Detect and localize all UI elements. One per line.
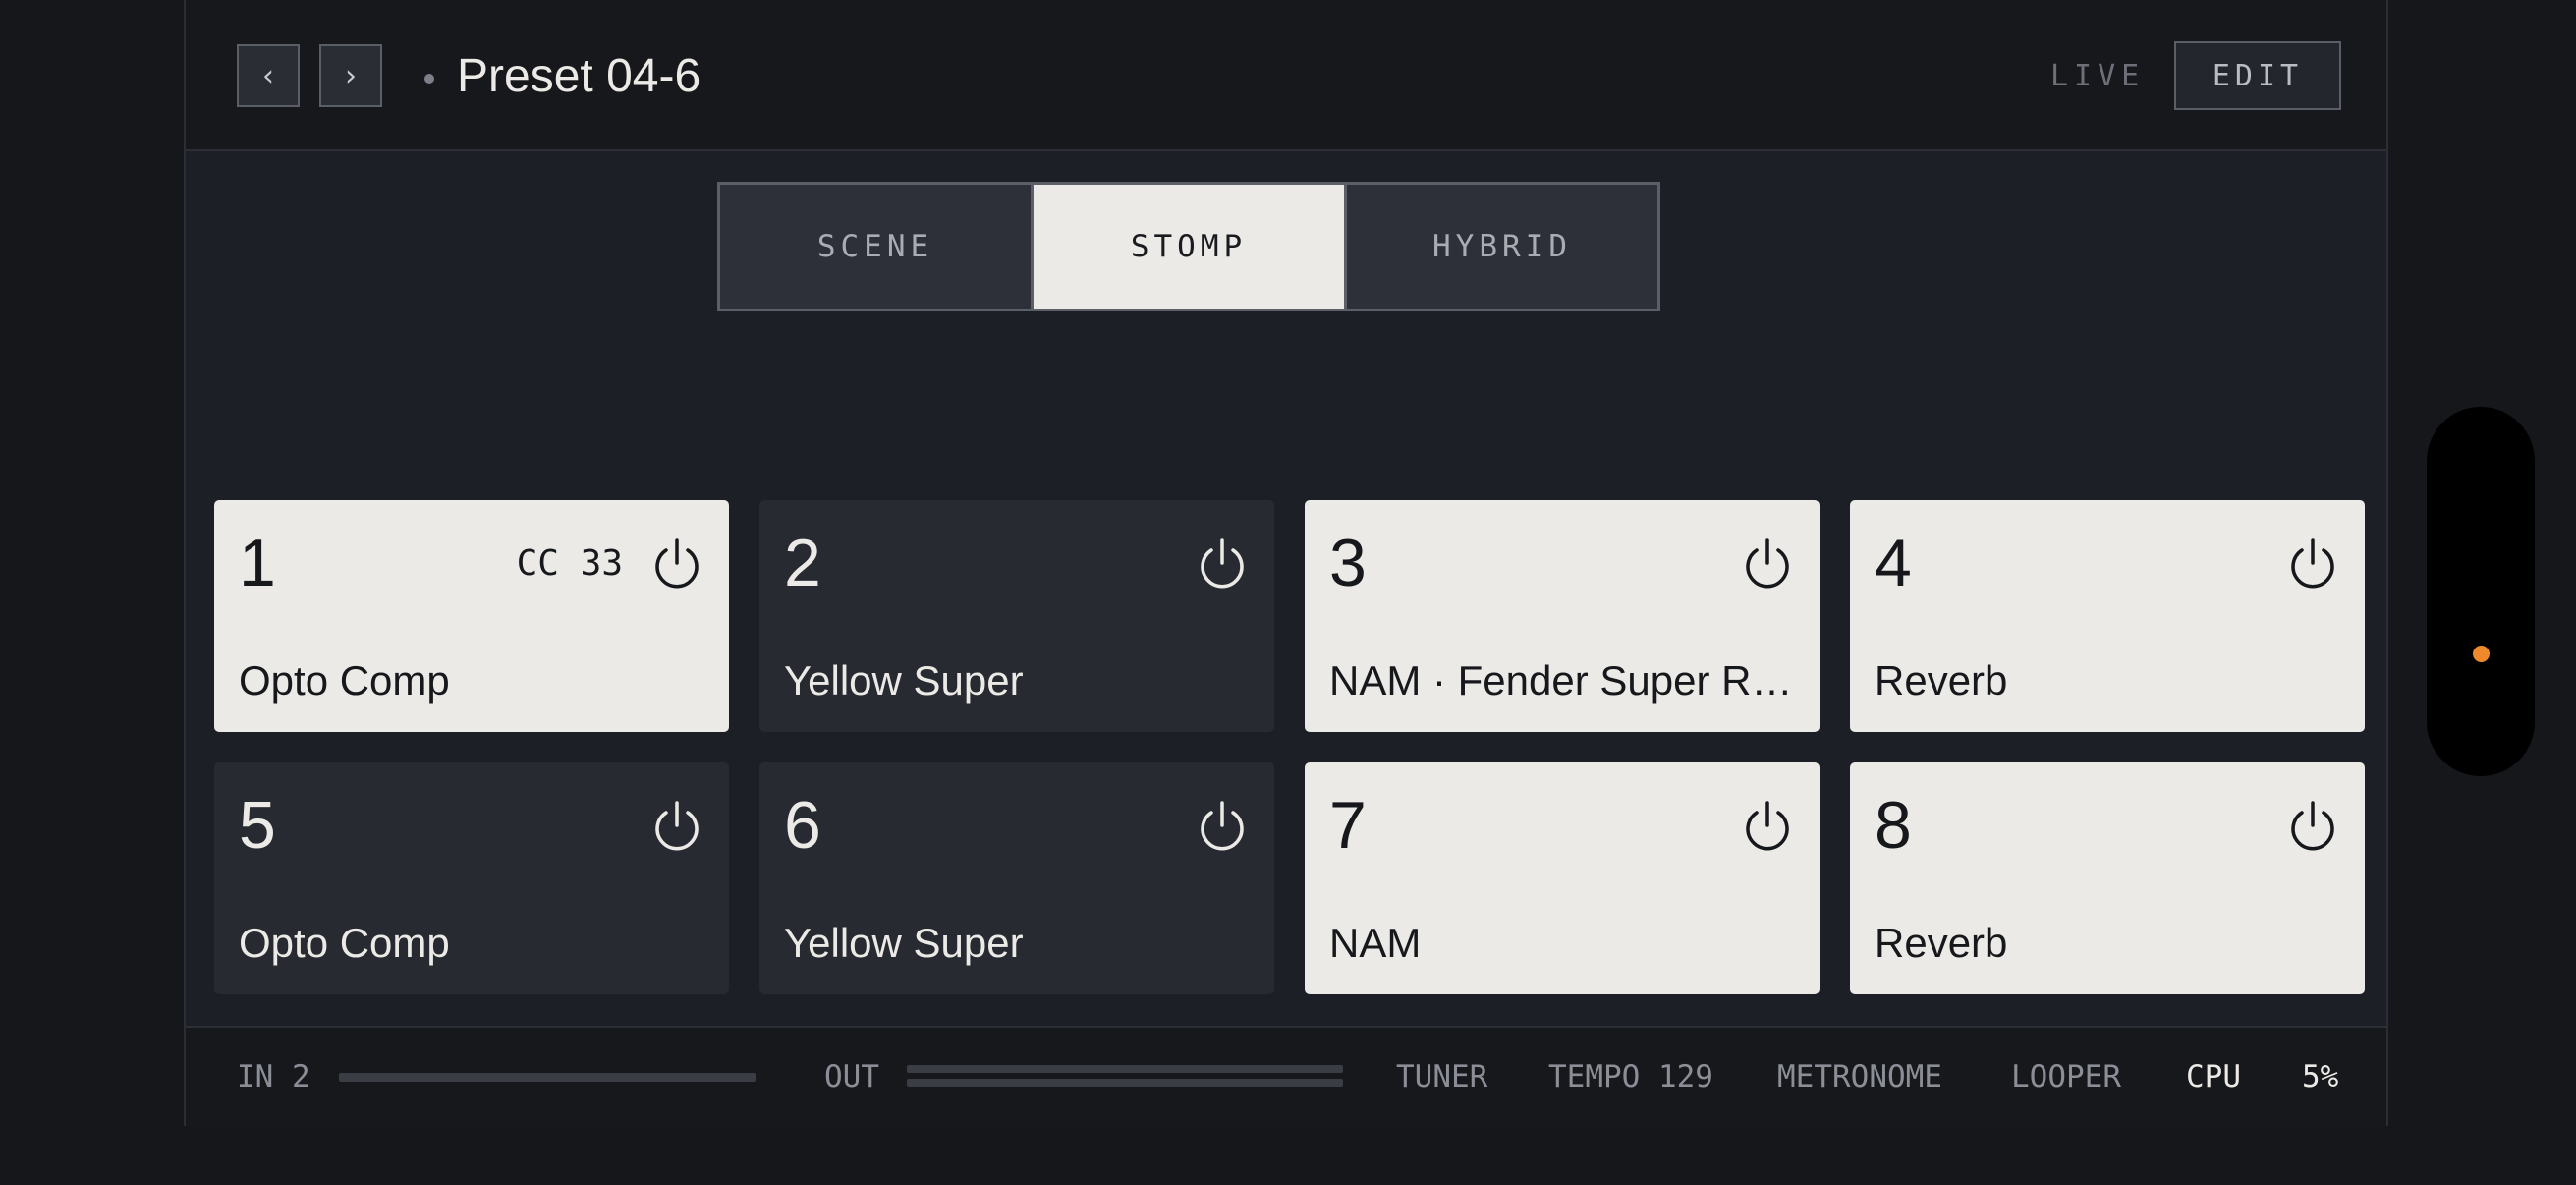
power-icon[interactable] xyxy=(649,536,704,591)
power-icon[interactable] xyxy=(1195,536,1250,591)
live-mode-label[interactable]: LIVE xyxy=(2050,59,2145,93)
mode-tab-scene[interactable]: SCENE xyxy=(720,185,1031,309)
power-icon[interactable] xyxy=(2285,798,2340,853)
power-icon[interactable] xyxy=(1740,798,1795,853)
stomp-name: Opto Comp xyxy=(239,920,450,966)
stomp-name: Yellow Super xyxy=(784,920,1024,966)
output-label: OUT xyxy=(824,1059,879,1095)
input-label: IN 2 xyxy=(237,1059,310,1095)
stomp-name: Yellow Super xyxy=(784,657,1024,704)
stomp-number: 8 xyxy=(1875,788,1912,863)
stomp-number: 6 xyxy=(784,788,821,863)
stomp-number: 3 xyxy=(1329,526,1367,600)
app-window: ‹ › Preset 04-6 LIVE EDIT SCENE STOMP HY… xyxy=(184,0,2388,1126)
mode-selector: SCENE STOMP HYBRID xyxy=(717,182,1660,311)
power-icon[interactable] xyxy=(1740,536,1795,591)
next-preset-button[interactable]: › xyxy=(319,44,382,107)
status-indicator-dot xyxy=(2473,646,2490,662)
stomp-name: NAM · Fender Super Reverb xyxy=(1329,657,1801,704)
stomp-number: 2 xyxy=(784,526,821,600)
stomp-name: Reverb xyxy=(1875,657,2008,704)
stomp-slot-1[interactable]: 1 CC 33 Opto Comp xyxy=(214,500,729,732)
stomp-number: 5 xyxy=(239,788,276,863)
prev-preset-button[interactable]: ‹ xyxy=(237,44,300,107)
stomp-grid: 1 CC 33 Opto Comp 2 Yellow Super 3 NAM · Fende… xyxy=(214,500,2365,994)
mode-tab-stomp[interactable]: STOMP xyxy=(1031,185,1344,309)
mode-tab-hybrid[interactable]: HYBRID xyxy=(1344,185,1657,309)
power-icon[interactable] xyxy=(649,798,704,853)
stomp-number: 7 xyxy=(1329,788,1367,863)
stomp-name: Opto Comp xyxy=(239,657,450,704)
stomp-number: 4 xyxy=(1875,526,1912,600)
stomp-cc-label: CC 33 xyxy=(516,543,623,584)
header-bar: ‹ › Preset 04-6 LIVE EDIT xyxy=(186,0,2386,151)
stomp-slot-7[interactable]: 7 NAM xyxy=(1305,762,1820,994)
stomp-slot-6[interactable]: 6 Yellow Super xyxy=(759,762,1274,994)
stomp-name: Reverb xyxy=(1875,920,2008,966)
input-level-meter xyxy=(339,1073,756,1082)
status-bar: IN 2 OUT TUNER TEMPO 129 METRONOME LOOPE… xyxy=(186,1026,2386,1126)
stomp-slot-3[interactable]: 3 NAM · Fender Super Reverb xyxy=(1305,500,1820,732)
stomp-number: 1 xyxy=(239,526,276,600)
metronome-button[interactable]: METRONOME xyxy=(1777,1057,1942,1097)
stomp-slot-5[interactable]: 5 Opto Comp xyxy=(214,762,729,994)
edit-button[interactable]: EDIT xyxy=(2174,41,2341,110)
tempo-button[interactable]: TEMPO 129 xyxy=(1548,1057,1713,1097)
output-right-meter xyxy=(907,1079,1343,1087)
cpu-value: 5% xyxy=(2302,1059,2339,1095)
preset-status-dot xyxy=(424,74,434,84)
cpu-label: CPU xyxy=(2186,1059,2241,1095)
stomp-name: NAM xyxy=(1329,920,1422,966)
preset-name: Preset 04-6 xyxy=(457,50,701,102)
stomp-slot-8[interactable]: 8 Reverb xyxy=(1850,762,2365,994)
tuner-button[interactable]: TUNER xyxy=(1396,1057,1487,1097)
power-icon[interactable] xyxy=(2285,536,2340,591)
stomp-slot-2[interactable]: 2 Yellow Super xyxy=(759,500,1274,732)
stomp-slot-4[interactable]: 4 Reverb xyxy=(1850,500,2365,732)
side-handle[interactable] xyxy=(2427,407,2535,776)
looper-button[interactable]: LOOPER xyxy=(2011,1057,2121,1097)
power-icon[interactable] xyxy=(1195,798,1250,853)
output-left-meter xyxy=(907,1065,1343,1073)
